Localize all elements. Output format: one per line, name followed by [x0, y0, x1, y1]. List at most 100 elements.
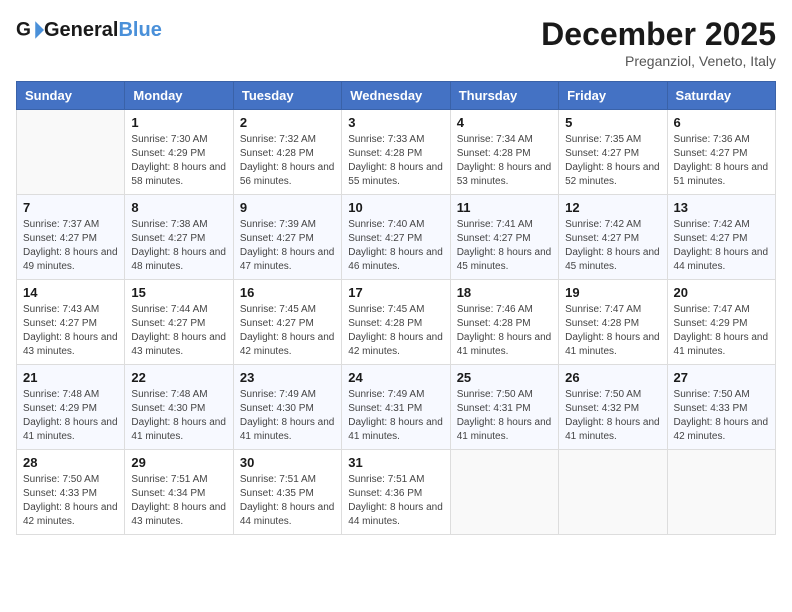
- day-number: 30: [240, 455, 335, 470]
- week-row-3: 21Sunrise: 7:48 AMSunset: 4:29 PMDayligh…: [17, 365, 776, 450]
- day-number: 7: [23, 200, 118, 215]
- day-cell: 9Sunrise: 7:39 AMSunset: 4:27 PMDaylight…: [233, 195, 341, 280]
- day-cell: 19Sunrise: 7:47 AMSunset: 4:28 PMDayligh…: [559, 280, 667, 365]
- day-info: Sunrise: 7:51 AMSunset: 4:36 PMDaylight:…: [348, 473, 443, 529]
- day-info: Sunrise: 7:42 AMSunset: 4:27 PMDaylight:…: [565, 218, 660, 274]
- day-info: Sunrise: 7:40 AMSunset: 4:27 PMDaylight:…: [348, 218, 443, 274]
- header: G GeneralBlue December 2025 Preganziol, …: [16, 16, 776, 69]
- day-info: Sunrise: 7:50 AMSunset: 4:31 PMDaylight:…: [457, 388, 552, 444]
- day-cell: [667, 450, 775, 535]
- logo-general: General: [44, 19, 118, 41]
- logo-blue: Blue: [118, 19, 161, 41]
- day-info: Sunrise: 7:46 AMSunset: 4:28 PMDaylight:…: [457, 303, 552, 359]
- week-row-1: 7 Sunrise: 7:37 AMSunset: 4:27 PMDaylight…: [17, 195, 776, 280]
- day-cell: [450, 450, 558, 535]
- day-number: 12: [565, 200, 660, 215]
- day-number: 5: [565, 115, 660, 130]
- day-number: 26: [565, 370, 660, 385]
- weekday-header-thursday: Thursday: [450, 82, 558, 110]
- day-number: 16: [240, 285, 335, 300]
- day-number: 25: [457, 370, 552, 385]
- day-cell: 17 Sunrise: 7:45 AMSunset: 4:28 PMDayligh…: [342, 280, 450, 365]
- day-number: 23: [240, 370, 335, 385]
- day-info: Sunrise: 7:50 AMSunset: 4:33 PMDaylight:…: [23, 473, 118, 529]
- day-cell: 15 Sunrise: 7:44 AMSunset: 4:27 PMDayligh…: [125, 280, 233, 365]
- month-title: December 2025: [541, 16, 776, 53]
- day-cell: 30 Sunrise: 7:51 AMSunset: 4:35 PMDayligh…: [233, 450, 341, 535]
- day-cell: 24 Sunrise: 7:49 AMSunset: 4:31 PMDayligh…: [342, 365, 450, 450]
- day-cell: 26 Sunrise: 7:50 AMSunset: 4:32 PMDayligh…: [559, 365, 667, 450]
- day-info: Sunrise: 7:51 AMSunset: 4:34 PMDaylight:…: [131, 473, 226, 529]
- day-info: Sunrise: 7:48 AMSunset: 4:29 PMDaylight:…: [23, 388, 118, 444]
- day-info: Sunrise: 7:39 AMSunset: 4:27 PMDaylight:…: [240, 218, 335, 274]
- day-info: Sunrise: 7:37 AMSunset: 4:27 PMDaylight:…: [23, 218, 118, 274]
- day-number: 20: [674, 285, 769, 300]
- day-number: 6: [674, 115, 769, 130]
- day-cell: 1Sunrise: 7:30 AMSunset: 4:29 PMDaylight…: [125, 110, 233, 195]
- day-number: 13: [674, 200, 769, 215]
- day-info: Sunrise: 7:30 AMSunset: 4:29 PMDaylight:…: [131, 133, 226, 189]
- location-subtitle: Preganziol, Veneto, Italy: [541, 53, 776, 69]
- day-info: Sunrise: 7:44 AMSunset: 4:27 PMDaylight:…: [131, 303, 226, 359]
- day-number: 3: [348, 115, 443, 130]
- day-number: 24: [348, 370, 443, 385]
- day-cell: [17, 110, 125, 195]
- day-number: 2: [240, 115, 335, 130]
- calendar-table: SundayMondayTuesdayWednesdayThursdayFrid…: [16, 81, 776, 535]
- svg-text:G: G: [16, 19, 31, 40]
- weekday-header-tuesday: Tuesday: [233, 82, 341, 110]
- weekday-header-friday: Friday: [559, 82, 667, 110]
- day-info: Sunrise: 7:34 AMSunset: 4:28 PMDaylight:…: [457, 133, 552, 189]
- day-cell: 6 Sunrise: 7:36 AMSunset: 4:27 PMDaylight…: [667, 110, 775, 195]
- day-cell: 12 Sunrise: 7:42 AMSunset: 4:27 PMDayligh…: [559, 195, 667, 280]
- day-cell: 25 Sunrise: 7:50 AMSunset: 4:31 PMDayligh…: [450, 365, 558, 450]
- week-row-2: 14Sunrise: 7:43 AMSunset: 4:27 PMDayligh…: [17, 280, 776, 365]
- day-cell: 29Sunrise: 7:51 AMSunset: 4:34 PMDayligh…: [125, 450, 233, 535]
- day-cell: 7 Sunrise: 7:37 AMSunset: 4:27 PMDaylight…: [17, 195, 125, 280]
- generalblue-icon: G: [16, 16, 44, 44]
- day-number: 18: [457, 285, 552, 300]
- day-info: Sunrise: 7:32 AMSunset: 4:28 PMDaylight:…: [240, 133, 335, 189]
- day-info: Sunrise: 7:35 AMSunset: 4:27 PMDaylight:…: [565, 133, 660, 189]
- day-number: 10: [348, 200, 443, 215]
- title-area: December 2025 Preganziol, Veneto, Italy: [541, 16, 776, 69]
- day-cell: 11 Sunrise: 7:41 AMSunset: 4:27 PMDayligh…: [450, 195, 558, 280]
- day-info: Sunrise: 7:45 AMSunset: 4:27 PMDaylight:…: [240, 303, 335, 359]
- day-number: 11: [457, 200, 552, 215]
- day-cell: 18 Sunrise: 7:46 AMSunset: 4:28 PMDayligh…: [450, 280, 558, 365]
- logo: G GeneralBlue: [16, 16, 162, 44]
- day-cell: 13Sunrise: 7:42 AMSunset: 4:27 PMDayligh…: [667, 195, 775, 280]
- week-row-0: 1Sunrise: 7:30 AMSunset: 4:29 PMDaylight…: [17, 110, 776, 195]
- day-info: Sunrise: 7:50 AMSunset: 4:33 PMDaylight:…: [674, 388, 769, 444]
- weekday-header-wednesday: Wednesday: [342, 82, 450, 110]
- day-number: 14: [23, 285, 118, 300]
- day-info: Sunrise: 7:47 AMSunset: 4:28 PMDaylight:…: [565, 303, 660, 359]
- day-cell: 28 Sunrise: 7:50 AMSunset: 4:33 PMDayligh…: [17, 450, 125, 535]
- day-info: Sunrise: 7:49 AMSunset: 4:30 PMDaylight:…: [240, 388, 335, 444]
- day-cell: 10 Sunrise: 7:40 AMSunset: 4:27 PMDayligh…: [342, 195, 450, 280]
- day-info: Sunrise: 7:49 AMSunset: 4:31 PMDaylight:…: [348, 388, 443, 444]
- day-info: Sunrise: 7:50 AMSunset: 4:32 PMDaylight:…: [565, 388, 660, 444]
- day-number: 31: [348, 455, 443, 470]
- day-number: 27: [674, 370, 769, 385]
- day-cell: 27 Sunrise: 7:50 AMSunset: 4:33 PMDayligh…: [667, 365, 775, 450]
- day-number: 28: [23, 455, 118, 470]
- day-info: Sunrise: 7:41 AMSunset: 4:27 PMDaylight:…: [457, 218, 552, 274]
- day-cell: 16 Sunrise: 7:45 AMSunset: 4:27 PMDayligh…: [233, 280, 341, 365]
- day-number: 17: [348, 285, 443, 300]
- day-info: Sunrise: 7:48 AMSunset: 4:30 PMDaylight:…: [131, 388, 226, 444]
- day-info: Sunrise: 7:38 AMSunset: 4:27 PMDaylight:…: [131, 218, 226, 274]
- day-number: 8: [131, 200, 226, 215]
- weekday-header-row: SundayMondayTuesdayWednesdayThursdayFrid…: [17, 82, 776, 110]
- day-number: 4: [457, 115, 552, 130]
- day-cell: 23 Sunrise: 7:49 AMSunset: 4:30 PMDayligh…: [233, 365, 341, 450]
- day-info: Sunrise: 7:36 AMSunset: 4:27 PMDaylight:…: [674, 133, 769, 189]
- day-number: 22: [131, 370, 226, 385]
- day-cell: 5 Sunrise: 7:35 AMSunset: 4:27 PMDaylight…: [559, 110, 667, 195]
- weekday-header-saturday: Saturday: [667, 82, 775, 110]
- day-number: 15: [131, 285, 226, 300]
- day-info: Sunrise: 7:51 AMSunset: 4:35 PMDaylight:…: [240, 473, 335, 529]
- day-cell: 20Sunrise: 7:47 AMSunset: 4:29 PMDayligh…: [667, 280, 775, 365]
- day-cell: 3Sunrise: 7:33 AMSunset: 4:28 PMDaylight…: [342, 110, 450, 195]
- day-info: Sunrise: 7:45 AMSunset: 4:28 PMDaylight:…: [348, 303, 443, 359]
